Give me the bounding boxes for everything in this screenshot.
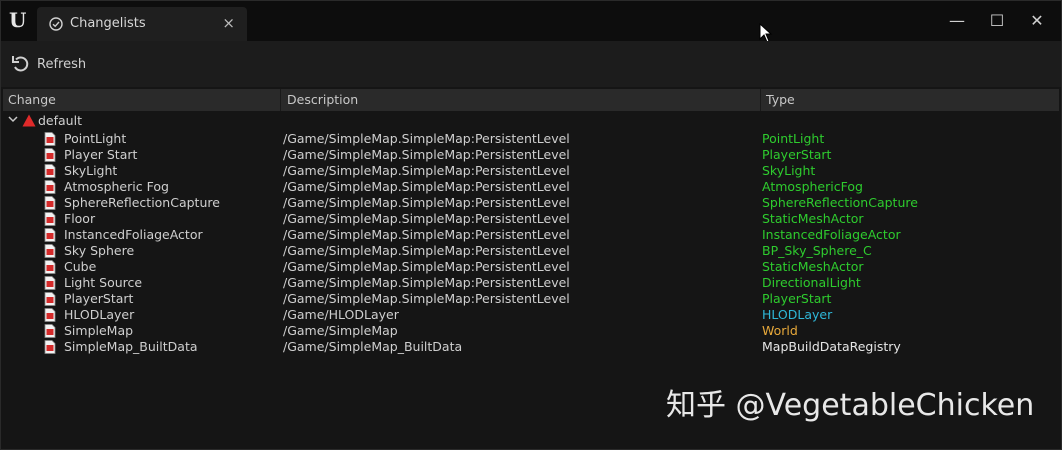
- checked-out-file-icon: [44, 228, 56, 242]
- checked-out-file-icon: [44, 132, 56, 146]
- toolbar: Refresh: [1, 41, 1061, 87]
- cell-description: /Game/HLODLayer: [283, 307, 399, 322]
- cell-description: /Game/SimpleMap_BuiltData: [283, 339, 463, 354]
- table-row[interactable]: SimpleMap_BuiltData/Game/SimpleMap_Built…: [3, 339, 1059, 355]
- column-header-description[interactable]: Description: [282, 89, 761, 111]
- table-row[interactable]: SphereReflectionCapture/Game/SimpleMap.S…: [3, 195, 1059, 211]
- column-header-change[interactable]: Change: [3, 89, 281, 111]
- column-header-type[interactable]: Type: [761, 89, 1059, 111]
- cell-type: World: [762, 323, 798, 338]
- refresh-icon: [12, 56, 29, 72]
- tab-close-icon[interactable]: ×: [222, 14, 235, 32]
- table-row[interactable]: Floor/Game/SimpleMap.SimpleMap:Persisten…: [3, 211, 1059, 227]
- cell-type: InstancedFoliageActor: [762, 227, 901, 242]
- table-row[interactable]: SkyLight/Game/SimpleMap.SimpleMap:Persis…: [3, 163, 1059, 179]
- cell-description: /Game/SimpleMap: [283, 323, 398, 338]
- table-row[interactable]: PlayerStart/Game/SimpleMap.SimpleMap:Per…: [3, 291, 1059, 307]
- checked-out-file-icon: [44, 244, 56, 258]
- warning-icon: [22, 114, 36, 127]
- title-bar: U Changelists × — ☐ ✕: [1, 1, 1061, 43]
- cell-change: Sky Sphere: [64, 243, 135, 258]
- cell-type: StaticMeshActor: [762, 211, 864, 226]
- cell-description: /Game/SimpleMap.SimpleMap:PersistentLeve…: [283, 195, 570, 210]
- checked-out-file-icon: [44, 212, 56, 226]
- cell-change: PointLight: [64, 131, 127, 146]
- cell-description: /Game/SimpleMap.SimpleMap:PersistentLeve…: [283, 211, 570, 226]
- column-header-row: Change Description Type: [3, 89, 1059, 111]
- minimize-button[interactable]: —: [945, 9, 969, 33]
- checked-out-file-icon: [44, 324, 56, 338]
- changelist-group-default[interactable]: default: [3, 113, 1059, 129]
- cell-change: Cube: [64, 259, 97, 274]
- checked-out-file-icon: [44, 308, 56, 322]
- cell-type: PlayerStart: [762, 147, 832, 162]
- refresh-label: Refresh: [37, 56, 87, 72]
- cell-description: /Game/SimpleMap.SimpleMap:PersistentLeve…: [283, 179, 570, 194]
- table-row[interactable]: Light Source/Game/SimpleMap.SimpleMap:Pe…: [3, 275, 1059, 291]
- group-label: default: [38, 113, 82, 128]
- cell-change: Light Source: [64, 275, 143, 290]
- cell-type: AtmosphericFog: [762, 179, 863, 194]
- checked-out-file-icon: [44, 180, 56, 194]
- cell-description: /Game/SimpleMap.SimpleMap:PersistentLeve…: [283, 243, 570, 258]
- unreal-logo-icon[interactable]: U: [9, 9, 31, 31]
- checked-out-file-icon: [44, 196, 56, 210]
- maximize-button[interactable]: ☐: [985, 9, 1009, 33]
- cell-type: DirectionalLight: [762, 275, 861, 290]
- refresh-button[interactable]: Refresh: [11, 53, 86, 75]
- cell-type: StaticMeshActor: [762, 259, 864, 274]
- close-window-button[interactable]: ✕: [1025, 9, 1049, 33]
- cell-type: SphereReflectionCapture: [762, 195, 918, 210]
- mouse-cursor-icon: [759, 23, 773, 43]
- cell-description: /Game/SimpleMap.SimpleMap:PersistentLeve…: [283, 147, 570, 162]
- cell-type: PlayerStart: [762, 291, 832, 306]
- cell-change: SkyLight: [64, 163, 118, 178]
- cell-type: BP_Sky_Sphere_C: [762, 243, 872, 258]
- cell-change: HLODLayer: [64, 307, 135, 322]
- cell-type: MapBuildDataRegistry: [762, 339, 901, 354]
- table-row[interactable]: PointLight/Game/SimpleMap.SimpleMap:Pers…: [3, 131, 1059, 147]
- checked-out-file-icon: [44, 260, 56, 274]
- check-circle-icon: [49, 17, 63, 31]
- cell-change: SphereReflectionCapture: [64, 195, 220, 210]
- checked-out-file-icon: [44, 276, 56, 290]
- cell-change: SimpleMap_BuiltData: [64, 339, 198, 354]
- table-row[interactable]: HLODLayer/Game/HLODLayer HLODLayer: [3, 307, 1059, 323]
- cell-type: PointLight: [762, 131, 825, 146]
- table-row[interactable]: InstancedFoliageActor/Game/SimpleMap.Sim…: [3, 227, 1059, 243]
- table-row[interactable]: Cube/Game/SimpleMap.SimpleMap:Persistent…: [3, 259, 1059, 275]
- cell-type: HLODLayer: [762, 307, 833, 322]
- cell-change: Player Start: [64, 147, 138, 162]
- table-row[interactable]: Player Start/Game/SimpleMap.SimpleMap:Pe…: [3, 147, 1059, 163]
- cell-change: SimpleMap: [64, 323, 134, 338]
- cell-description: /Game/SimpleMap.SimpleMap:PersistentLeve…: [283, 275, 570, 290]
- cell-change: InstancedFoliageActor: [64, 227, 203, 242]
- cell-change: Floor: [64, 211, 96, 226]
- table-row[interactable]: Atmospheric Fog/Game/SimpleMap.SimpleMap…: [3, 179, 1059, 195]
- checked-out-file-icon: [44, 340, 56, 354]
- cell-description: /Game/SimpleMap.SimpleMap:PersistentLeve…: [283, 163, 570, 178]
- checked-out-file-icon: [44, 292, 56, 306]
- cell-description: /Game/SimpleMap.SimpleMap:PersistentLeve…: [283, 131, 570, 146]
- cell-change: PlayerStart: [64, 291, 134, 306]
- checked-out-file-icon: [44, 164, 56, 178]
- watermark: 知乎 @VegetableChicken: [666, 388, 1035, 423]
- cell-description: /Game/SimpleMap.SimpleMap:PersistentLeve…: [283, 259, 570, 274]
- cell-description: /Game/SimpleMap.SimpleMap:PersistentLeve…: [283, 227, 570, 242]
- table-row[interactable]: Sky Sphere/Game/SimpleMap.SimpleMap:Pers…: [3, 243, 1059, 259]
- cell-change: Atmospheric Fog: [64, 179, 169, 194]
- cell-type: SkyLight: [762, 163, 816, 178]
- checked-out-file-icon: [44, 148, 56, 162]
- tab-title: Changelists: [70, 16, 146, 31]
- chevron-down-icon[interactable]: [8, 114, 18, 124]
- table-row[interactable]: SimpleMap/Game/SimpleMap World: [3, 323, 1059, 339]
- tab-changelists[interactable]: Changelists ×: [37, 7, 247, 41]
- cell-description: /Game/SimpleMap.SimpleMap:PersistentLeve…: [283, 291, 570, 306]
